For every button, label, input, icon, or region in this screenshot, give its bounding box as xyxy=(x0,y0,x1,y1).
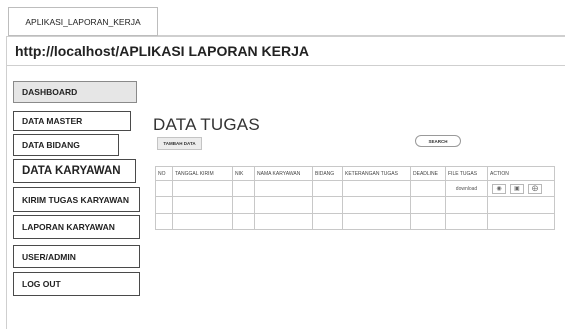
column-header-file-tugas: FILE TUGAS xyxy=(445,166,488,181)
table-cell xyxy=(155,196,173,214)
table-cell xyxy=(155,212,173,231)
nav-laporan-karyawan[interactable]: LAPORAN KARYAWAN xyxy=(13,215,140,239)
download-link[interactable]: download xyxy=(445,179,488,198)
table-cell xyxy=(312,212,343,231)
table-cell xyxy=(487,212,555,231)
column-header-nik: NIK xyxy=(232,166,255,181)
table-row xyxy=(155,212,555,231)
column-header-keterangan-tugas: KETERANGAN TUGAS xyxy=(342,166,411,181)
table-cell xyxy=(445,196,488,214)
table-cell xyxy=(312,179,343,198)
view-icon[interactable]: ◉ xyxy=(492,183,506,194)
table-cell xyxy=(232,196,255,214)
url-bar[interactable]: http://localhost/APLIKASI LAPORAN KERJA xyxy=(6,36,565,66)
column-header-action: ACTION xyxy=(487,166,555,181)
table-cell xyxy=(254,196,313,214)
table-cell xyxy=(342,212,411,231)
table-cell xyxy=(410,179,446,198)
table-row: download ◉ ▣ ⨁ xyxy=(155,179,555,198)
nav-user-admin[interactable]: USER/ADMIN xyxy=(13,245,140,268)
app-tab[interactable]: APLIKASI_LAPORAN_KERJA xyxy=(8,7,158,36)
table-cell xyxy=(487,196,555,214)
table-cell xyxy=(232,179,255,198)
page-title: DATA TUGAS xyxy=(153,115,260,134)
nav-kirim-tugas-karyawan[interactable]: KIRIM TUGAS KARYAWAN xyxy=(13,187,140,212)
table-cell xyxy=(254,212,313,231)
table-row xyxy=(155,196,555,214)
frame-border xyxy=(6,66,7,329)
nav-dashboard[interactable]: DASHBOARD xyxy=(13,81,137,103)
column-header-no: NO xyxy=(155,166,173,181)
table-cell xyxy=(445,212,488,231)
table-cell xyxy=(172,212,233,231)
table-cell xyxy=(254,179,313,198)
column-header-deadline: DEADLINE xyxy=(410,166,446,181)
table-cell xyxy=(172,196,233,214)
nav-data-master[interactable]: DATA MASTER xyxy=(13,111,131,131)
action-cell: ◉ ▣ ⨁ xyxy=(487,179,555,198)
table-cell xyxy=(342,196,411,214)
nav-data-bidang[interactable]: DATA BIDANG xyxy=(13,134,119,156)
search-button[interactable]: SEARCH xyxy=(415,135,461,147)
nav-log-out[interactable]: LOG OUT xyxy=(13,272,140,296)
table-cell xyxy=(232,212,255,231)
task-table: NO TANGGAL KIRIM NIK NAMA KARYAWAN BIDAN… xyxy=(155,166,555,231)
add-data-button[interactable]: TAMBAH DATA xyxy=(157,137,202,150)
column-header-bidang: BIDANG xyxy=(312,166,343,181)
table-cell xyxy=(410,196,446,214)
edit-icon[interactable]: ▣ xyxy=(510,183,524,194)
table-cell xyxy=(312,196,343,214)
table-cell xyxy=(342,179,411,198)
column-header-nama-karyawan: NAMA KARYAWAN xyxy=(254,166,313,181)
table-cell xyxy=(172,179,233,198)
delete-icon[interactable]: ⨁ xyxy=(528,183,542,194)
table-cell xyxy=(155,179,173,198)
table-header-row: NO TANGGAL KIRIM NIK NAMA KARYAWAN BIDAN… xyxy=(155,166,555,181)
nav-data-karyawan[interactable]: DATA KARYAWAN xyxy=(13,159,136,183)
column-header-tanggal-kirim: TANGGAL KIRIM xyxy=(172,166,233,181)
table-cell xyxy=(410,212,446,231)
